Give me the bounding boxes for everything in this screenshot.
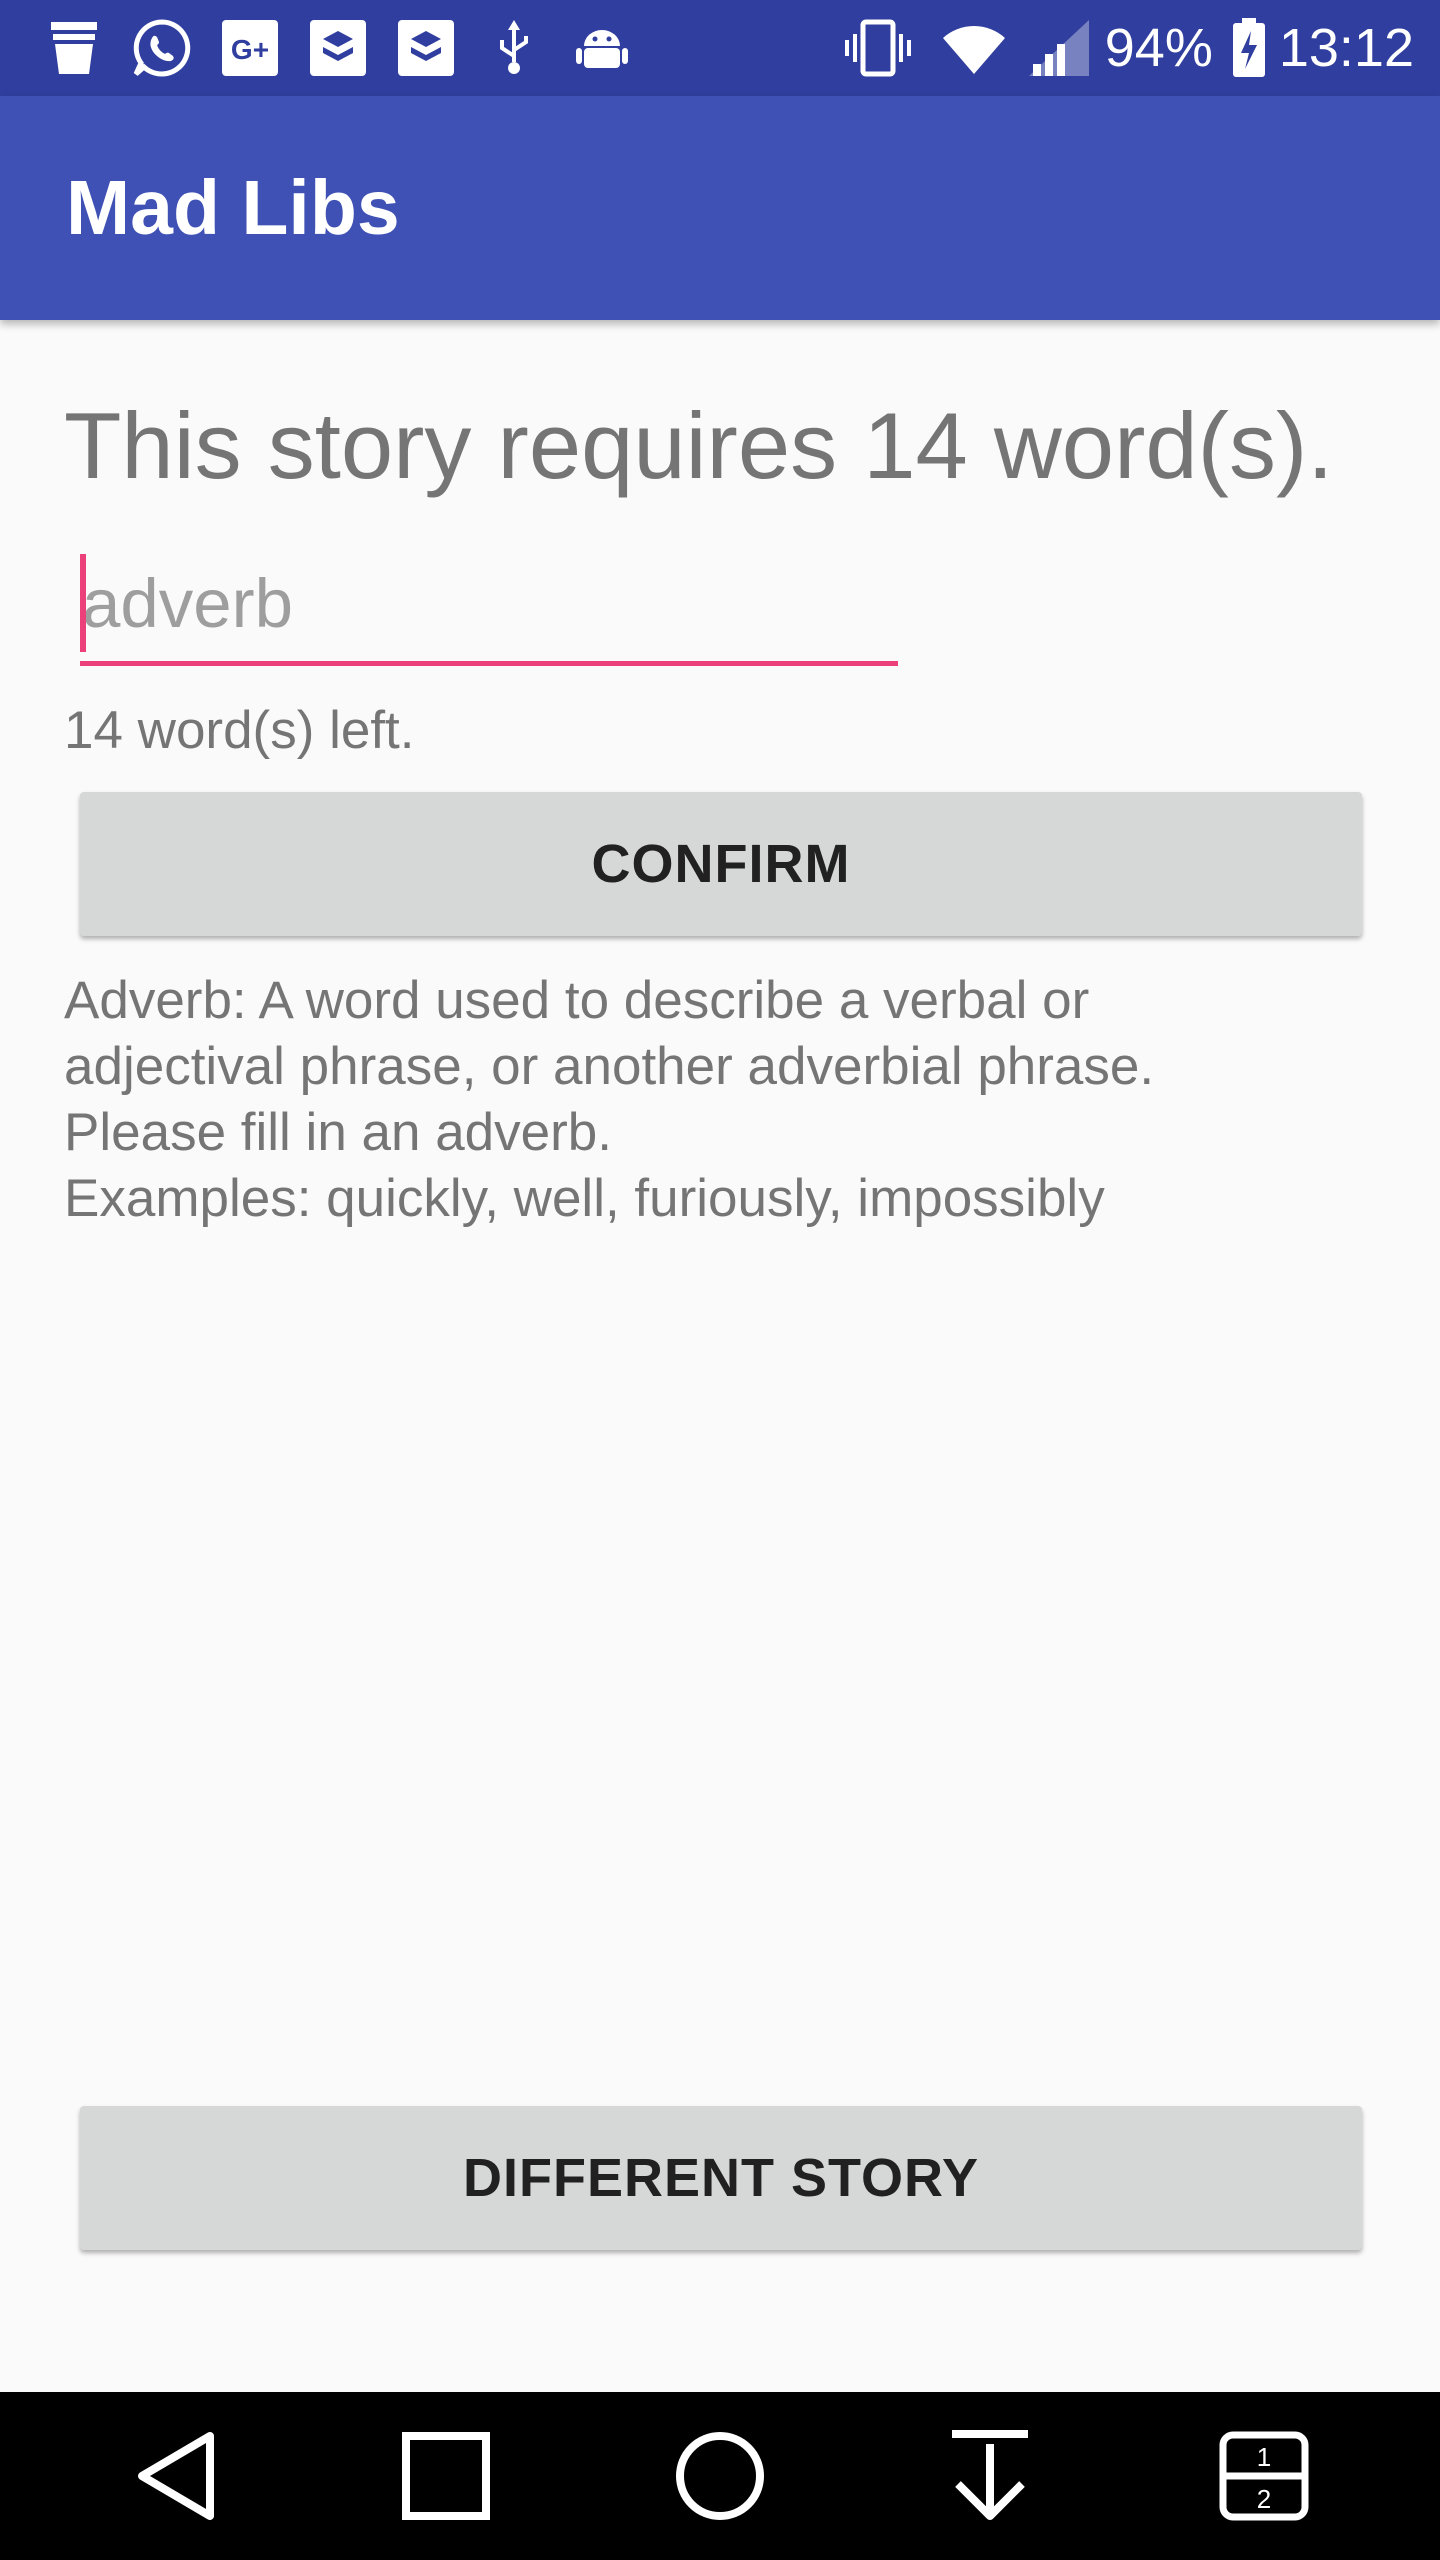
recents-icon bbox=[402, 2432, 490, 2520]
battery-charging-icon bbox=[1231, 17, 1267, 79]
google-plus-icon: G+ bbox=[220, 18, 280, 78]
system-status: 94% 13:12 bbox=[843, 17, 1414, 79]
word-input[interactable] bbox=[80, 548, 898, 658]
recents-button[interactable] bbox=[346, 2392, 546, 2560]
clock: 13:12 bbox=[1278, 18, 1414, 78]
different-story-button[interactable]: DIFFERENT STORY bbox=[80, 2106, 1362, 2250]
word-description: Adverb: A word used to describe a verbal… bbox=[64, 968, 1394, 1232]
wifi-icon bbox=[941, 20, 1007, 76]
notification-pull-button[interactable] bbox=[890, 2392, 1090, 2560]
description-line: Examples: quickly, well, furiously, impo… bbox=[64, 1169, 1105, 1228]
home-button[interactable] bbox=[620, 2392, 820, 2560]
notification-pull-icon bbox=[952, 2430, 1028, 2520]
svg-text:2: 2 bbox=[1257, 2484, 1271, 2514]
description-line: Please fill in an adverb. bbox=[64, 1103, 612, 1162]
description-line: Adverb: A word used to describe a verbal… bbox=[64, 971, 1090, 1030]
words-required-heading: This story requires 14 word(s). bbox=[64, 393, 1334, 498]
back-button[interactable] bbox=[77, 2392, 277, 2560]
confirm-button[interactable]: CONFIRM bbox=[80, 792, 1362, 936]
svg-text:1: 1 bbox=[1257, 2442, 1271, 2472]
notification-icons: G+ bbox=[44, 18, 660, 78]
battery-percent: 94% bbox=[1104, 18, 1213, 78]
home-icon bbox=[676, 2432, 764, 2520]
android-icon bbox=[572, 18, 632, 78]
vibrate-icon bbox=[843, 18, 913, 78]
words-left-counter: 14 word(s) left. bbox=[64, 701, 415, 760]
dual-window-button[interactable]: 1 2 bbox=[1164, 2392, 1364, 2560]
app-icon bbox=[308, 18, 368, 78]
text-cursor bbox=[80, 554, 86, 652]
usb-icon bbox=[484, 18, 544, 78]
description-line: adjectival phrase, or another adverbial … bbox=[64, 1037, 1155, 1096]
svg-text:G+: G+ bbox=[231, 34, 269, 65]
dual-window-icon: 1 2 bbox=[1219, 2431, 1309, 2521]
app-icon bbox=[396, 18, 456, 78]
app-title: Mad Libs bbox=[66, 164, 400, 251]
app-bar: Mad Libs bbox=[0, 96, 1440, 320]
navigation-bar: 1 2 bbox=[0, 2392, 1440, 2560]
signal-icon bbox=[1027, 18, 1091, 78]
cup-icon bbox=[44, 18, 104, 78]
word-input-container[interactable] bbox=[80, 548, 898, 666]
status-bar: G+ 94% 13:12 bbox=[0, 0, 1440, 96]
back-icon bbox=[138, 2432, 214, 2520]
whatsapp-icon bbox=[132, 18, 192, 78]
